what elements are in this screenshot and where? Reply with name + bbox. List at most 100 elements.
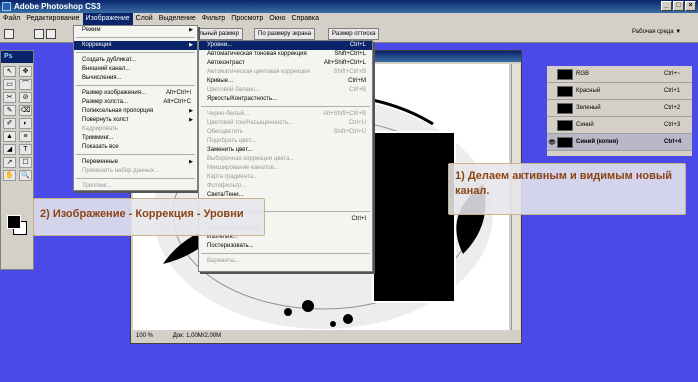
tool-icon-0[interactable]: ↖ [3,66,16,77]
close-icon[interactable]: × [685,1,696,11]
adjust-menu-item: Цветовой тон/Насыщенность... Ctrl+U [199,119,372,128]
adjust-menu-item[interactable]: Кривые... Ctrl+M [199,77,372,86]
tool-icon-5[interactable]: ⊘ [19,92,32,103]
tool-icon-1[interactable]: ✥ [19,66,32,77]
channel-name: Синий [576,122,594,128]
fit-screen-button[interactable]: По размеру экрана [254,28,316,40]
channel-row[interactable]: RGB Ctrl+~ [547,66,692,83]
adjust-menu-item: Подобрать цвет... [199,137,372,146]
adjust-menu-item-shortcut: Alt+Shift+Ctrl+B [323,111,366,117]
channel-thumbnail [557,102,573,114]
tool-icon-6[interactable]: ✎ [3,105,16,116]
tool-icon-8[interactable]: ✐ [3,118,16,129]
title-bar: Adobe Photoshop CS3 _ □ × [0,0,698,13]
channel-row[interactable]: 👁 Синий (копия) Ctrl+4 [547,134,692,151]
adjust-menu-item[interactable]: Уровни... Ctrl+L [199,41,372,50]
image-menu-item[interactable]: Попиксельная пропорция ▶ [74,107,197,116]
zoom-out-icon[interactable] [46,29,56,39]
channel-name: Красный [576,88,601,94]
image-menu-item-label: Режим [82,27,101,33]
image-menu-item-label: Вычисления... [82,75,122,81]
tool-icon-15[interactable]: ☐ [19,157,32,168]
menu-7[interactable]: Окно [266,13,288,25]
status-bar: 100 % Док: 1,00M/2,00M [133,331,509,341]
adjust-menu-item[interactable]: Автоконтраст Alt+Shift+Ctrl+L [199,59,372,68]
zoom-in-icon[interactable] [34,29,44,39]
image-menu-item-label: Переменные [82,159,119,165]
tool-icon-16[interactable]: ✋ [3,170,16,181]
doc-size: Док: 1,00M/2,00M [172,333,222,339]
adjust-menu-item[interactable]: Постеризовать... [199,242,372,251]
image-menu-item[interactable]: Внешний канал... [74,65,197,74]
adjust-menu-item: Фотофильтр... [199,182,372,191]
channel-row[interactable]: Красный Ctrl+1 [547,83,692,100]
menu-4[interactable]: Выделение [156,13,199,25]
submenu-arrow-icon: ▶ [189,27,193,33]
maximize-icon[interactable]: □ [673,1,684,11]
image-menu-item-label: Создать дубликат... [82,57,137,63]
adjust-menu-item-shortcut: Ctrl+L [349,42,366,48]
menu-3[interactable]: Слой [133,13,156,25]
foreground-color-swatch[interactable] [7,215,21,229]
callout-step-2: 2) Изображение - Коррекция - Уровни [33,198,265,236]
adjust-menu-item-label: Автоматическая тоновая коррекция [207,51,307,57]
image-menu-item[interactable]: Коррекция ▶ [74,41,197,50]
adjust-menu-item: Варианты... [199,257,372,266]
tool-icon-4[interactable]: ✂ [3,92,16,103]
adjust-menu-item-label: Варианты... [207,258,240,264]
visibility-eye-icon[interactable]: 👁 [547,139,557,146]
image-menu-item[interactable]: Тримминг... [74,134,197,143]
menu-8[interactable]: Справка [289,13,322,25]
tool-icon-14[interactable]: ↗ [3,157,16,168]
tool-icon-3[interactable]: ⌒ [19,79,32,90]
image-menu-item[interactable]: Повернуть холст ▶ [74,116,197,125]
tool-icon-12[interactable]: ◢ [3,144,16,155]
minimize-icon[interactable]: _ [661,1,672,11]
image-menu-item[interactable]: Переменные ▶ [74,158,197,167]
adjust-menu-item-shortcut: Ctrl+M [348,78,366,84]
image-menu-item: Треппинг... [74,182,197,191]
menu-0[interactable]: Файл [0,13,23,25]
image-menu-item[interactable]: Создать дубликат... [74,56,197,65]
channel-name: Зеленый [576,105,601,111]
zoom-tool-icon[interactable] [4,29,14,39]
image-menu-item[interactable]: Размер холста... Alt+Ctrl+C [74,98,197,107]
menu-2[interactable]: Изображение [82,13,133,25]
tool-icon-13[interactable]: T [19,144,32,155]
adjust-menu-item-label: Уровни... [207,42,233,48]
tool-icon-2[interactable]: ▭ [3,79,16,90]
tool-icon-7[interactable]: ⌫ [19,105,32,116]
adjust-menu-item-label: Кривые... [207,78,234,84]
menu-1[interactable]: Редактирование [23,13,82,25]
image-menu-item-label: Применить набор данных... [82,168,159,174]
submenu-arrow-icon: ▶ [189,108,193,114]
adjust-menu-item-shortcut: Ctrl+B [349,87,366,93]
tool-icon-17[interactable]: 🔍 [19,170,32,181]
tool-icon-9[interactable]: ◐ [19,118,32,129]
workspace-menu[interactable]: Рабочая среда ▼ [632,29,681,35]
image-menu-item[interactable]: Вычисления... [74,74,197,83]
menu-5[interactable]: Фильтр [199,13,229,25]
channel-row[interactable]: Зеленый Ctrl+2 [547,100,692,117]
image-menu-item[interactable]: Режим ▶ [74,26,197,35]
channel-row[interactable]: Синий Ctrl+3 [547,117,692,134]
menu-6[interactable]: Просмотр [228,13,266,25]
adjust-menu-item[interactable]: Яркость/Контрастность... [199,95,372,104]
image-menu-item[interactable]: Показать все [74,143,197,152]
tool-icon-11[interactable]: ≡ [19,131,32,142]
tool-icon-10[interactable]: ▲ [3,131,16,142]
adjust-menu-item: Цветовой баланс... Ctrl+B [199,86,372,95]
adjust-menu-item[interactable]: Заменить цвет... [199,146,372,155]
adjust-menu-item[interactable]: Автоматическая тоновая коррекция Shift+Ct… [199,50,372,59]
channel-thumbnail [557,119,573,131]
channel-shortcut: Ctrl+~ [664,71,681,77]
adjust-menu-item-label: Заменить цвет... [207,147,253,153]
image-menu-item-label: Внешний канал... [82,66,131,72]
submenu-arrow-icon: ▶ [189,42,193,48]
zoom-level: 100 % [136,333,154,339]
image-menu-item-shortcut: Alt+Ctrl+C [163,99,191,105]
adjust-menu-item-label: Выборочная коррекция цвета... [207,156,295,162]
image-menu-item[interactable]: Размер изображения... Alt+Ctrl+I [74,89,197,98]
channel-shortcut: Ctrl+2 [664,105,681,111]
print-size-button[interactable]: Размер оттиска [328,28,380,40]
